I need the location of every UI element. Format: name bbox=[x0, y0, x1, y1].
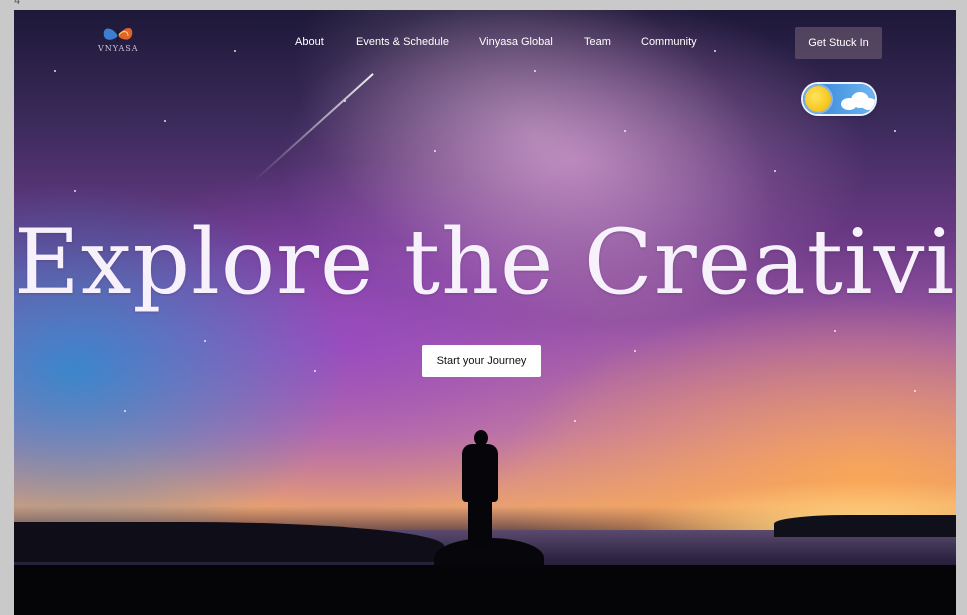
shore-right bbox=[774, 515, 956, 537]
get-stuck-in-button[interactable]: Get Stuck In bbox=[795, 27, 882, 59]
star bbox=[774, 170, 776, 172]
shore-left bbox=[14, 522, 444, 562]
star bbox=[574, 420, 576, 422]
star bbox=[164, 120, 166, 122]
star bbox=[314, 370, 316, 372]
star bbox=[434, 150, 436, 152]
foreground-vegetation bbox=[14, 565, 956, 615]
star bbox=[204, 340, 206, 342]
star bbox=[54, 70, 56, 72]
cloud-icon bbox=[861, 98, 875, 110]
hero-headline: Explore the Creativity bbox=[14, 210, 956, 315]
star bbox=[894, 130, 896, 132]
star bbox=[74, 190, 76, 192]
nav-item-team[interactable]: Team bbox=[584, 36, 611, 48]
nav-item-community[interactable]: Community bbox=[641, 36, 697, 48]
star bbox=[834, 330, 836, 332]
start-journey-button[interactable]: Start your Journey bbox=[422, 345, 541, 377]
nav-item-vinyasa-global[interactable]: Vinyasa Global bbox=[479, 36, 553, 48]
star bbox=[634, 350, 636, 352]
frame-number: 4 bbox=[14, 0, 21, 7]
nav-item-about[interactable]: About bbox=[295, 36, 324, 48]
theme-toggle[interactable] bbox=[803, 84, 875, 114]
star bbox=[344, 100, 346, 102]
person-silhouette bbox=[458, 430, 502, 546]
hero-section: VNYASA About Events & Schedule Vinyasa G… bbox=[14, 10, 956, 615]
milky-way-glow bbox=[226, 10, 842, 403]
person-legs bbox=[468, 498, 492, 546]
star bbox=[914, 390, 916, 392]
nav-item-events-schedule[interactable]: Events & Schedule bbox=[356, 36, 449, 48]
person-body bbox=[462, 444, 498, 502]
star bbox=[624, 130, 626, 132]
star bbox=[534, 70, 536, 72]
star bbox=[124, 410, 126, 412]
sun-icon bbox=[805, 86, 831, 112]
